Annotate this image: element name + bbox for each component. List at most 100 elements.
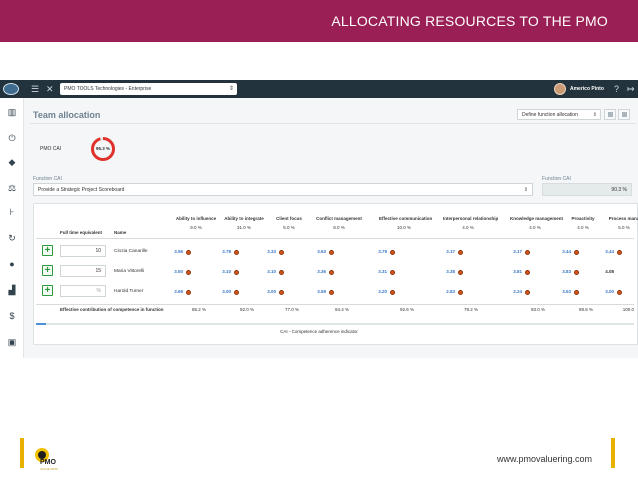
- score-indicator-icon: [458, 289, 463, 295]
- column-header: Conflict management: [316, 216, 362, 221]
- column-weight: 8.0 %: [333, 225, 345, 230]
- competence-score[interactable]: 3.00: [258, 286, 276, 298]
- app-logo-icon[interactable]: [3, 83, 19, 95]
- column-header: Ability to influence: [175, 216, 217, 221]
- column-weight: 4.0 %: [529, 225, 541, 230]
- fte-column-header: Full time equivalent: [60, 230, 103, 235]
- competence-score[interactable]: 3.00: [596, 286, 614, 298]
- menu-icon[interactable]: ☰: [31, 83, 39, 95]
- competence-score[interactable]: 3.56: [165, 246, 183, 258]
- sidebar-scale-icon[interactable]: ⚖: [5, 182, 19, 194]
- help-icon[interactable]: ?: [614, 83, 619, 95]
- cai-scrollbar-track[interactable]: [36, 323, 634, 325]
- sidebar-dollar-icon[interactable]: $: [5, 310, 19, 322]
- score-indicator-icon: [279, 269, 284, 275]
- sidebar-users-icon[interactable]: ●: [5, 258, 19, 270]
- competence-score[interactable]: 3.50: [165, 266, 183, 278]
- user-name[interactable]: Americo Pinto: [570, 83, 604, 95]
- score-indicator-icon: [329, 249, 334, 255]
- user-avatar[interactable]: [554, 83, 566, 95]
- sidebar-chart-icon[interactable]: ▟: [5, 284, 19, 296]
- title-divider: [30, 123, 636, 124]
- contribution-value: 77.0 %: [284, 307, 299, 312]
- sidebar-book-icon[interactable]: ▥: [5, 106, 19, 118]
- add-row-button[interactable]: +: [42, 265, 53, 276]
- competence-score[interactable]: 3.59: [308, 286, 326, 298]
- person-name: Cinzia Canarille: [114, 249, 148, 254]
- sidebar-hierarchy-icon[interactable]: ⊦: [5, 206, 19, 218]
- competence-score[interactable]: 3.78: [213, 246, 231, 258]
- competence-score[interactable]: 3.36: [308, 266, 326, 278]
- logout-icon[interactable]: ↦: [627, 83, 635, 95]
- column-weight: 4.0 %: [462, 225, 474, 230]
- contribution-value: 89.6 %: [578, 307, 593, 312]
- footer-url[interactable]: www.pmovaluering.com: [497, 454, 592, 464]
- score-indicator-icon: [329, 289, 334, 295]
- score-indicator-icon: [279, 289, 284, 295]
- cai-caption: CAI - Competence adherence indicator: [280, 329, 358, 334]
- competence-score[interactable]: 3.44: [553, 246, 571, 258]
- footer-accent-right: [611, 438, 615, 468]
- competence-score[interactable]: 3.63: [308, 246, 326, 258]
- view-list-button[interactable]: [604, 109, 616, 120]
- competence-score[interactable]: 4.08: [596, 266, 614, 278]
- score-indicator-icon: [574, 269, 579, 275]
- competence-score[interactable]: 3.44: [596, 246, 614, 258]
- competence-score[interactable]: 3.79: [369, 246, 387, 258]
- contribution-value: 93.0 %: [530, 307, 545, 312]
- competence-score[interactable]: 3.17: [437, 246, 455, 258]
- sidebar-cycle-icon[interactable]: ↻: [5, 232, 19, 244]
- score-indicator-icon: [574, 289, 579, 295]
- column-header: Effective communication: [379, 216, 433, 221]
- competence-score[interactable]: 3.83: [553, 266, 571, 278]
- score-indicator-icon: [234, 289, 239, 295]
- competence-score[interactable]: 3.20: [369, 286, 387, 298]
- column-weight: 5.0 %: [618, 225, 630, 230]
- column-header: Interpersonal relationship: [443, 216, 499, 221]
- person-name: Maria Vittorelli: [114, 269, 145, 274]
- cai-scrollbar-thumb[interactable]: [36, 323, 46, 325]
- footer-logo-text: PMO: [40, 459, 56, 466]
- add-row-button[interactable]: +: [42, 285, 53, 296]
- contribution-value: 85.2 %: [191, 307, 206, 312]
- add-row-button[interactable]: +: [42, 245, 53, 256]
- competence-score[interactable]: 3.33: [258, 246, 276, 258]
- score-indicator-icon: [186, 249, 191, 255]
- competence-score[interactable]: 2.83: [437, 286, 455, 298]
- competence-score[interactable]: 3.38: [437, 266, 455, 278]
- slide: ALLOCATING RESOURCES TO THE PMO ☰ ✕ PMO …: [0, 0, 638, 479]
- column-weight: 5.0 %: [283, 225, 295, 230]
- function-select[interactable]: Provide a Strategic Project Scoreboard ⇕: [33, 183, 533, 196]
- tools-icon[interactable]: ✕: [46, 83, 54, 95]
- column-header: Knowledge management: [510, 216, 564, 221]
- contribution-divider: [36, 304, 634, 305]
- sidebar-monitor-icon[interactable]: ▣: [5, 336, 19, 348]
- competence-score[interactable]: 2.24: [504, 286, 522, 298]
- competence-score[interactable]: 3.53: [553, 286, 571, 298]
- score-indicator-icon: [186, 269, 191, 275]
- score-indicator-icon: [525, 249, 530, 255]
- view-grid-button[interactable]: [618, 109, 630, 120]
- competence-score[interactable]: 3.69: [165, 286, 183, 298]
- fte-input[interactable]: 10: [60, 245, 106, 257]
- competence-score[interactable]: 3.17: [504, 246, 522, 258]
- score-indicator-icon: [574, 249, 579, 255]
- sidebar-diamond-icon[interactable]: ◆: [5, 156, 19, 168]
- competence-score[interactable]: 3.31: [369, 266, 387, 278]
- competence-score[interactable]: 3.10: [213, 266, 231, 278]
- define-function-select[interactable]: Define function allocation ⇕: [517, 109, 601, 120]
- footer-accent-left: [20, 438, 24, 468]
- fte-input[interactable]: 15: [60, 265, 106, 277]
- fte-input[interactable]: %: [60, 285, 106, 297]
- column-header: Process mana: [608, 216, 638, 221]
- footer-logo-subtext: VALUE RING: [40, 467, 58, 471]
- sidebar-power-icon[interactable]: ⏻: [5, 132, 19, 144]
- company-select[interactable]: PMO TOOLS Technologies - Enterprise ⇕: [60, 83, 237, 95]
- competence-score[interactable]: 3.00: [213, 286, 231, 298]
- competence-score[interactable]: 3.10: [258, 266, 276, 278]
- function-cai-value-label: Function CAI: [542, 176, 571, 182]
- sidebar: ▥ ⏻ ◆ ⚖ ⊦ ↻ ● ▟ $ ▣: [0, 98, 24, 358]
- score-indicator-icon: [617, 249, 622, 255]
- score-indicator-icon: [390, 249, 395, 255]
- competence-score[interactable]: 3.81: [504, 266, 522, 278]
